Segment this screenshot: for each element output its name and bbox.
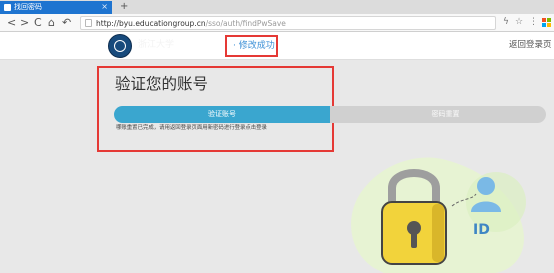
lock-body-shade — [432, 204, 444, 262]
security-illustration: ID — [336, 140, 548, 273]
page-icon — [4, 4, 11, 11]
user-head-icon — [477, 177, 495, 195]
site-header: 浙江大学 · 修改成功 返回登录页 — [0, 32, 554, 60]
undo-icon[interactable]: ↶ — [62, 14, 71, 32]
university-logo-icon — [108, 34, 132, 58]
windows-logo-icon[interactable] — [542, 18, 551, 27]
address-bar[interactable]: http://byu.educationgroup.cn/sso/auth/fi… — [80, 16, 496, 30]
back-icon[interactable]: < — [7, 14, 16, 32]
step-password-reset-label: 密码重置 — [431, 110, 460, 118]
new-tab-button[interactable]: + — [120, 0, 128, 13]
step-progress: 密码重置 验证账号 — [114, 106, 546, 123]
tab-strip: 找回密码 × + — [0, 0, 554, 14]
keyhole-slot — [411, 230, 417, 248]
page-title-highlight: · 修改成功 — [225, 35, 278, 57]
url-host: http://byu.educationgroup.cn — [96, 19, 206, 28]
url-text: http://byu.educationgroup.cn/sso/auth/fi… — [96, 18, 286, 29]
lightning-icon[interactable]: ϟ — [503, 15, 509, 30]
back-to-login-link[interactable]: 返回登录页 — [509, 40, 552, 51]
close-icon[interactable]: × — [101, 1, 108, 13]
page-title: · 修改成功 — [233, 41, 275, 51]
url-path: /sso/auth/findPwSave — [205, 19, 286, 28]
step-verify-account: 验证账号 — [114, 106, 330, 123]
id-badge-text: ID — [473, 222, 490, 238]
home-icon[interactable]: ⌂ — [48, 14, 55, 32]
menu-icon[interactable]: ⋮ — [529, 15, 538, 30]
lock-illustration-svg: ID — [351, 157, 526, 273]
logo-text: 浙江大学 — [138, 40, 175, 50]
card-heading: 验证您的账号 — [115, 75, 209, 93]
reload-icon[interactable]: C — [34, 14, 42, 32]
forward-icon[interactable]: > — [20, 14, 29, 32]
browser-toolbar: < > C ⌂ ↶ http://byu.educationgroup.cn/s… — [0, 14, 554, 32]
page-info-icon[interactable] — [85, 19, 92, 27]
step-password-reset: 密码重置 — [325, 106, 546, 123]
step-verify-account-label: 验证账号 — [208, 110, 236, 118]
star-icon[interactable]: ☆ — [515, 15, 523, 30]
verify-account-card: 验证您的账号 密码重置 验证账号 哪账重置已完成，请用返回登录页面用新密码进行登… — [97, 66, 546, 152]
logo-emblem — [114, 40, 126, 52]
reset-complete-notice: 哪账重置已完成，请用返回登录页面用新密码进行登录点击登录 — [116, 125, 267, 131]
browser-tab[interactable]: 找回密码 × — [0, 1, 112, 14]
tab-title: 找回密码 — [14, 3, 42, 11]
